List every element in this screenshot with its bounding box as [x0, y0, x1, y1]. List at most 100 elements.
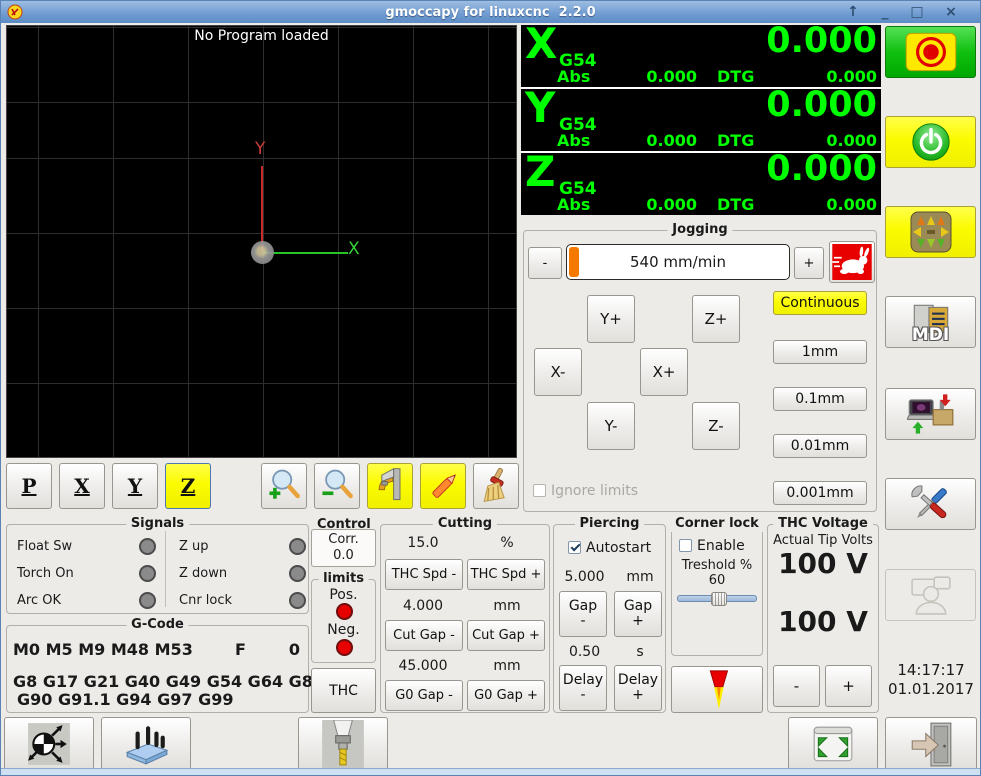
gcode-frame: G-Code M0 M5 M9 M48 M53 F 0 G8 G17 G21 G…	[6, 617, 324, 713]
emergency-stop-icon	[900, 31, 962, 73]
zoom-out-icon	[317, 466, 357, 506]
jog-x-minus-button[interactable]: X-	[534, 348, 582, 396]
jog-z-plus-button[interactable]: Z+	[692, 295, 740, 343]
correction-label: Corr.	[328, 532, 359, 547]
maximize-icon[interactable]: □	[904, 2, 930, 22]
view-x-button[interactable]: X	[59, 463, 105, 509]
cut-gap-plus-button[interactable]: Cut Gap +	[467, 620, 545, 651]
jog-z-minus-button[interactable]: Z-	[692, 402, 740, 450]
neg-limit-label: Neg.	[327, 622, 360, 638]
enable-checkbox[interactable]	[679, 539, 692, 552]
draw-button[interactable]	[420, 463, 466, 509]
signal-label: Z down	[179, 566, 228, 581]
autostart-checkbox[interactable]	[568, 541, 581, 554]
abs-label: Abs	[557, 195, 591, 214]
estop-button[interactable]	[885, 26, 976, 78]
gcode-title: G-Code	[126, 617, 189, 633]
probe-button[interactable]	[101, 717, 191, 771]
view-x-label: X	[74, 474, 90, 498]
rollup-icon[interactable]: ↑	[840, 2, 866, 22]
threshold-slider-thumb[interactable]	[711, 592, 727, 606]
axis-letter: Y	[525, 83, 556, 132]
increment-0001mm-button[interactable]: 0.001mm	[773, 481, 867, 505]
arc-ok-led	[139, 592, 156, 609]
view-p-button[interactable]: P	[6, 463, 52, 509]
cnr-lock-led	[289, 592, 306, 609]
signal-label: Z up	[179, 539, 209, 554]
clear-view-button[interactable]	[473, 463, 519, 509]
signal-label: Torch On	[17, 566, 74, 581]
increment-001mm-button[interactable]: 0.01mm	[773, 434, 867, 458]
cut-gap-minus-button[interactable]: Cut Gap -	[385, 620, 463, 651]
window-title: gmoccapy for linuxcnc 2.2.0	[385, 4, 596, 20]
fullscreen-button[interactable]	[788, 717, 878, 771]
dro-row-x[interactable]: X G54 0.000 Abs 0.000 DTG 0.000	[521, 19, 881, 87]
thc-speed-plus-button[interactable]: THC Spd +	[467, 559, 545, 590]
power-icon	[909, 120, 953, 164]
view-z-button[interactable]: Z	[165, 463, 211, 509]
thc-speed-minus-button[interactable]: THC Spd -	[385, 559, 463, 590]
threshold-slider[interactable]	[677, 592, 757, 606]
auto-mode-button[interactable]	[885, 388, 976, 440]
ignore-limits-checkbox[interactable]	[533, 484, 546, 497]
thc-voltage-minus-button[interactable]: -	[773, 665, 820, 707]
power-button[interactable]	[885, 116, 976, 168]
thc-voltage-target: 100 V	[778, 547, 868, 580]
tool-origin-marker	[251, 241, 274, 264]
fullscreen-icon	[808, 721, 858, 767]
pierce-gap-minus-button[interactable]: Gap -	[559, 591, 607, 637]
jog-y-plus-button[interactable]: Y+	[587, 295, 635, 343]
caliper-icon	[370, 466, 410, 506]
user-mode-button	[885, 569, 976, 621]
zoom-in-button[interactable]	[261, 463, 307, 509]
g0-gap-plus-button[interactable]: G0 Gap +	[467, 680, 545, 711]
settings-button[interactable]	[885, 478, 976, 530]
preview-message: No Program loaded	[194, 28, 329, 44]
jog-y-minus-button[interactable]: Y-	[587, 402, 635, 450]
clock-date: 01.01.2017	[888, 680, 974, 698]
view-y-label: Y	[127, 474, 143, 498]
dimensions-button[interactable]	[367, 463, 413, 509]
pos-limit-led	[336, 603, 353, 620]
increment-1mm-button[interactable]: 1mm	[773, 340, 867, 364]
mdi-button[interactable]: MDI	[885, 296, 976, 348]
gmoccapy-window: gmoccapy for linuxcnc 2.2.0 ↑ _ □ × No P…	[0, 0, 981, 776]
increment-01mm-button[interactable]: 0.1mm	[773, 387, 867, 411]
minimize-icon[interactable]: _	[872, 2, 898, 22]
g0-gap-minus-button[interactable]: G0 Gap -	[385, 680, 463, 711]
thc-voltage-plus-button[interactable]: +	[825, 665, 872, 707]
continuous-button[interactable]: Continuous	[773, 291, 867, 315]
dro-panel[interactable]: X G54 0.000 Abs 0.000 DTG 0.000 Y G54 0.…	[521, 19, 881, 215]
exit-button[interactable]	[885, 717, 977, 771]
x-axis-line	[263, 252, 348, 254]
abs-label: Abs	[557, 131, 591, 150]
gremlin-preview[interactable]: No Program loaded Y X	[6, 25, 517, 458]
dro-row-y[interactable]: Y G54 0.000 Abs 0.000 DTG 0.000	[521, 83, 881, 151]
pierce-gap-plus-button[interactable]: Gap +	[614, 591, 662, 637]
g0-gap-unit: mm	[493, 658, 521, 674]
jog-speed-plus-button[interactable]: +	[794, 247, 824, 279]
broom-icon	[476, 466, 516, 506]
zoom-out-button[interactable]	[314, 463, 360, 509]
view-y-button[interactable]: Y	[112, 463, 158, 509]
machine-transfer-icon	[906, 392, 955, 436]
touch-off-button[interactable]	[4, 717, 94, 771]
clock-time: 14:17:17	[897, 661, 965, 679]
fast-jog-button[interactable]	[829, 241, 875, 283]
dtg-value: 0.000	[826, 131, 877, 150]
jog-speed-minus-button[interactable]: -	[528, 247, 562, 279]
torch-button[interactable]	[671, 666, 763, 713]
thc-button[interactable]: THC	[311, 668, 376, 713]
abs-value: 0.000	[646, 131, 697, 150]
pencil-icon	[423, 466, 463, 506]
view-z-label: Z	[180, 474, 196, 498]
dro-row-z[interactable]: Z G54 0.000 Abs 0.000 DTG 0.000	[521, 147, 881, 215]
close-icon[interactable]: ×	[938, 2, 964, 22]
pierce-delay-plus-button[interactable]: Delay +	[614, 665, 662, 711]
pierce-delay-minus-button[interactable]: Delay -	[559, 665, 607, 711]
tool-measure-button[interactable]	[298, 717, 388, 771]
jog-pad-button[interactable]	[885, 206, 976, 258]
jog-speed-bar[interactable]: 540 mm/min	[566, 244, 790, 280]
jog-x-plus-button[interactable]: X+	[640, 348, 688, 396]
mdi-label: MDI	[911, 325, 950, 345]
